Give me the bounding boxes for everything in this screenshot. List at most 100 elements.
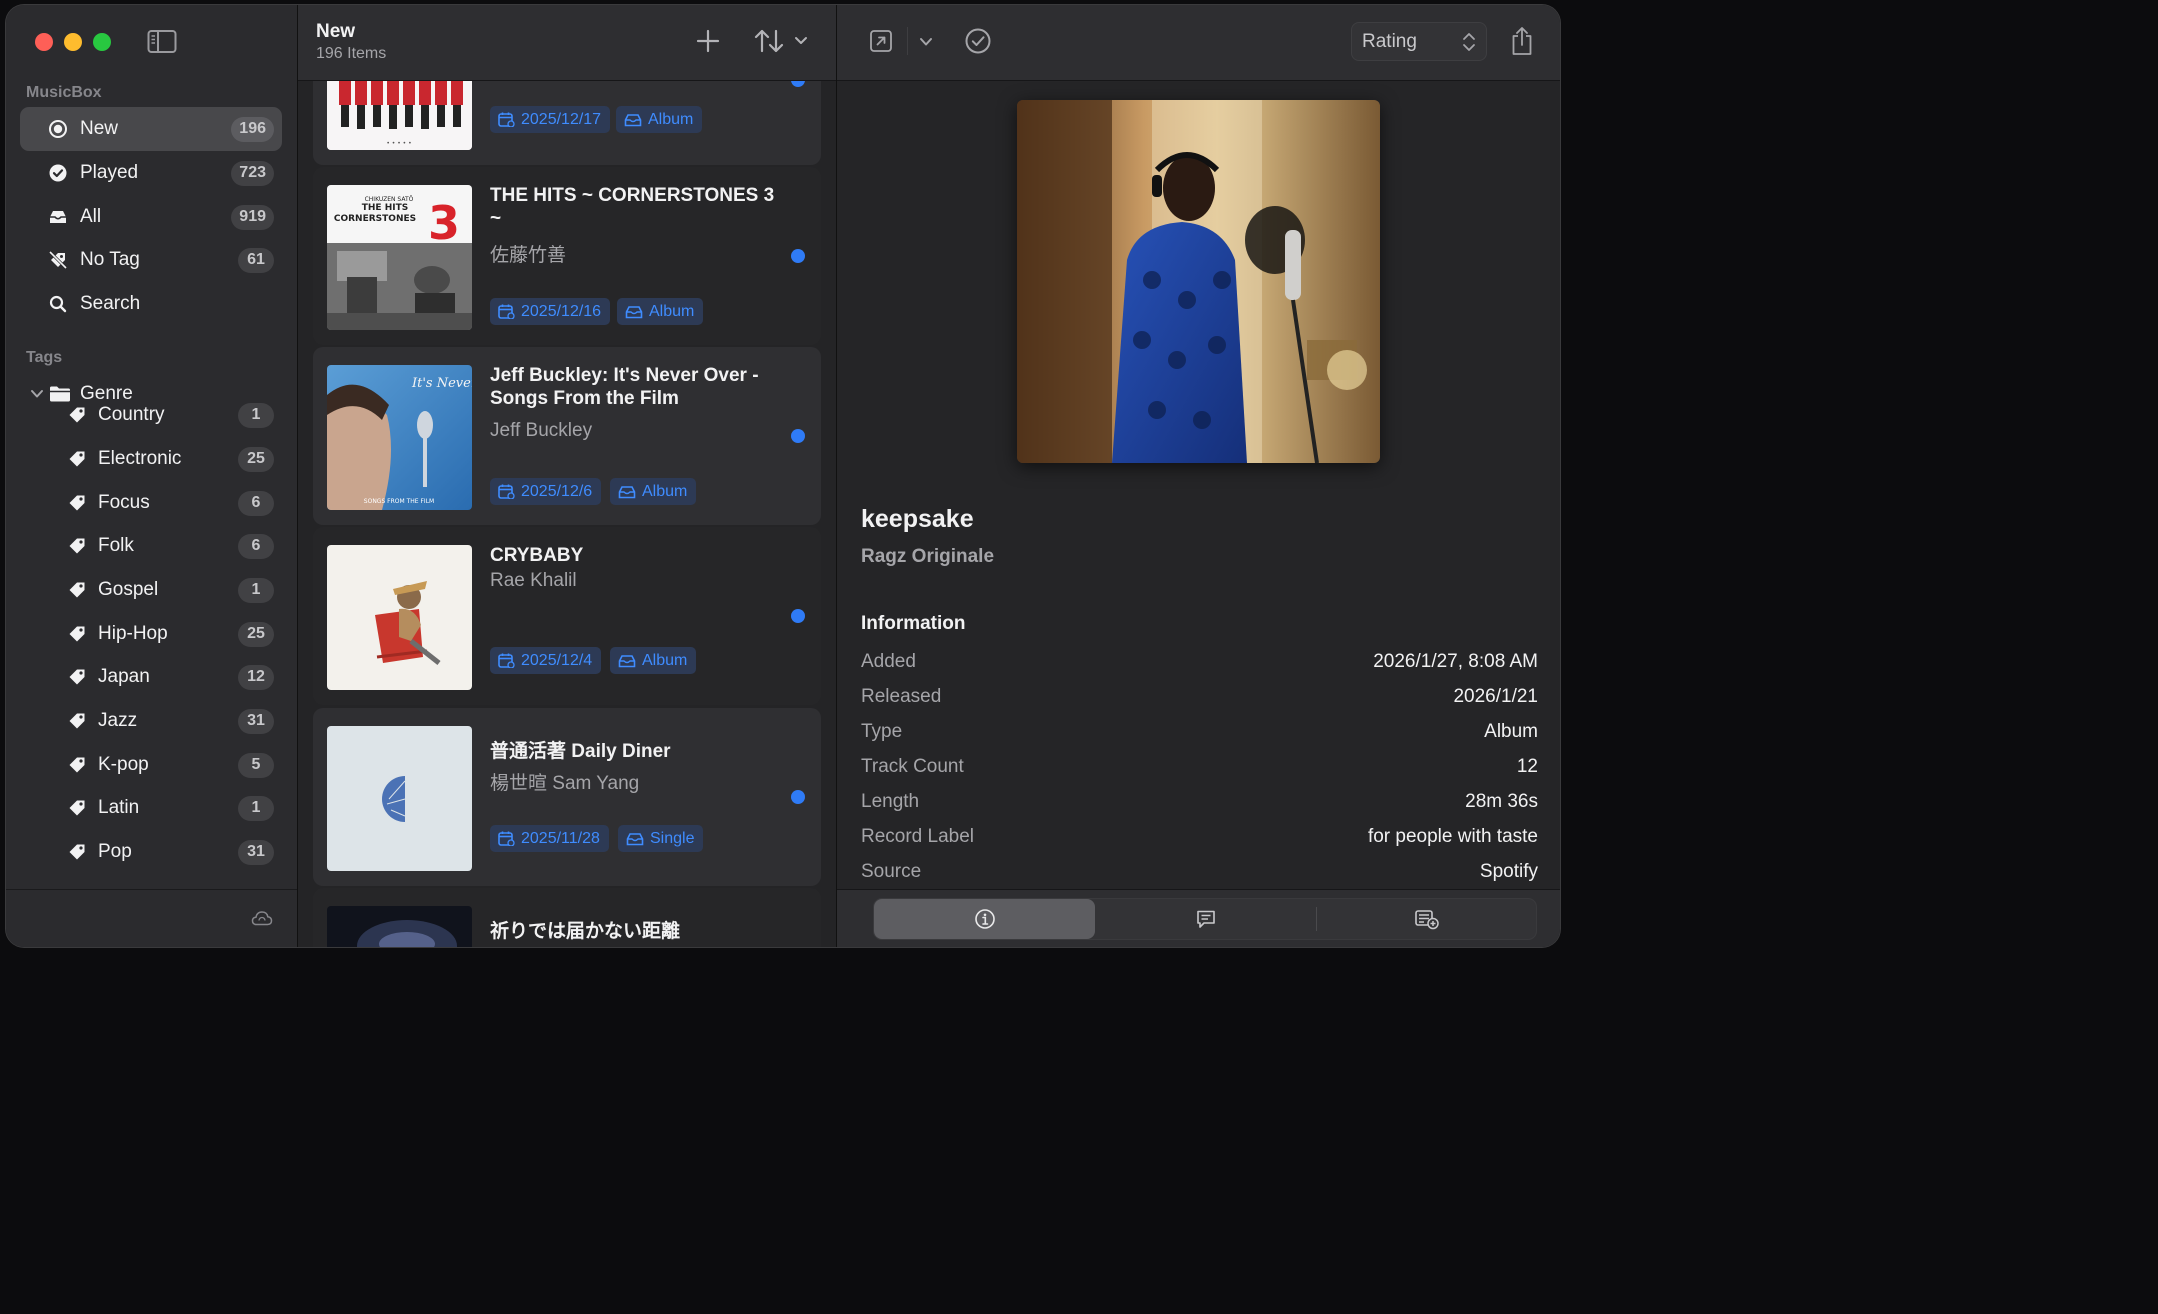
tab-info[interactable] (874, 899, 1095, 939)
share-icon[interactable] (1510, 25, 1534, 57)
sidebar-footer (6, 889, 297, 947)
release-type: Single (650, 829, 695, 847)
tab-notes[interactable] (1095, 899, 1316, 939)
count-badge: 723 (231, 160, 274, 186)
tag-icon (69, 495, 85, 511)
info-key: Source (861, 861, 922, 882)
sidebar-item-tag-japan[interactable]: Japan 12 (20, 655, 282, 699)
tray-icon (618, 654, 636, 667)
album-cover (327, 906, 472, 947)
tray-icon (626, 832, 644, 845)
info-value: 2026/1/21 (1453, 686, 1538, 707)
cover-text: CHIKUZEN SATŌ (365, 196, 414, 203)
album-artist: Rae Khalil (490, 570, 577, 591)
detail-artist: Ragz Originale (861, 546, 995, 567)
release-date-pill: 2025/11/28 (490, 825, 609, 852)
info-key: Added (861, 651, 916, 672)
sidebar-item-label: Gospel (98, 579, 159, 600)
sidebar-item-label: Jazz (98, 710, 138, 731)
section-header-musicbox: MusicBox (26, 84, 102, 101)
sidebar-toggle-icon[interactable] (147, 29, 177, 55)
info-key: Track Count (861, 756, 964, 777)
tag-icon (69, 713, 85, 729)
detail-panel: Rating keepsake Ragz Originale Informati… (837, 5, 1560, 947)
zoom-window-button[interactable] (93, 33, 111, 51)
detail-title: keepsake (861, 505, 974, 533)
sidebar-item-tag-pop[interactable]: Pop 31 (20, 830, 282, 874)
calendar-icon (498, 653, 515, 668)
release-date-pill: 2025/12/4 (490, 647, 602, 674)
sort-icon[interactable] (754, 27, 812, 55)
release-date: 2025/12/16 (521, 302, 602, 320)
sidebar-item-label: Hip-Hop (98, 623, 168, 644)
sidebar-item-played[interactable]: Played 723 (20, 151, 282, 195)
info-value: 28m 36s (1465, 791, 1538, 812)
sidebar-item-label: All (80, 206, 102, 227)
list-item[interactable]: It's Never Over SONGS FROM THE FILM Jeff… (313, 347, 821, 525)
count-badge: 1 (238, 795, 274, 821)
sidebar-item-tag-country[interactable]: Country 1 (20, 393, 282, 437)
mark-played-icon[interactable] (964, 27, 992, 55)
count-badge: 25 (238, 621, 274, 647)
unread-dot (791, 249, 805, 263)
sidebar-item-label: Focus (98, 492, 150, 513)
sidebar-item-tag-gospel[interactable]: Gospel 1 (20, 568, 282, 612)
sidebar-item-label: K-pop (98, 754, 149, 775)
count-badge: 61 (238, 247, 274, 273)
type-pill: Album (617, 298, 704, 325)
section-header-tags: Tags (26, 349, 63, 366)
minimize-window-button[interactable] (64, 33, 82, 51)
list-item[interactable]: 普通活著 Daily Diner 楊世暄 Sam Yang 2025/11/28… (313, 708, 821, 886)
sidebar-item-tag-folk[interactable]: Folk 6 (20, 524, 282, 568)
sidebar-item-search[interactable]: Search (20, 282, 282, 326)
sidebar-item-tag-jazz[interactable]: Jazz 31 (20, 699, 282, 743)
release-date-pill: 2025/12/6 (490, 478, 602, 505)
add-icon[interactable] (696, 29, 720, 53)
sidebar-item-label: Played (80, 162, 139, 183)
list-title: New (316, 21, 356, 42)
album-title: THE HITS ~ CORNERSTONES 3 ~ (490, 185, 775, 229)
tag-icon (69, 844, 85, 860)
sidebar-item-label: Search (80, 293, 141, 314)
close-window-button[interactable] (35, 33, 53, 51)
cover-text: SONGS FROM THE FILM (364, 498, 434, 505)
release-date: 2025/12/6 (521, 482, 593, 500)
open-external-icon[interactable] (869, 29, 893, 53)
info-icon (974, 909, 995, 929)
release-date: 2025/11/28 (521, 829, 600, 847)
sidebar-item-no-tag[interactable]: No Tag 61 (20, 238, 282, 282)
tag-slash-icon (48, 250, 68, 270)
cloud-sync-icon[interactable] (251, 910, 273, 926)
album-artwork (1017, 100, 1380, 463)
count-badge: 919 (231, 204, 274, 230)
release-type: Album (642, 482, 688, 500)
type-pill: Single (618, 825, 704, 852)
info-key: Record Label (861, 826, 975, 847)
chevron-down-icon[interactable] (919, 36, 933, 48)
info-value: 2026/1/27, 8:08 AM (1373, 651, 1538, 672)
count-badge: 31 (238, 839, 274, 865)
sidebar-item-tag-latin[interactable]: Latin 1 (20, 786, 282, 830)
album-cover: CHIKUZEN SATŌ THE HITS CORNERSTONES 3 (327, 185, 472, 330)
tray-icon (624, 113, 642, 126)
sidebar-item-all[interactable]: All 919 (20, 195, 282, 239)
sidebar-item-tag-focus[interactable]: Focus 6 (20, 481, 282, 525)
type-pill: Album (616, 106, 703, 133)
cover-text: CORNERSTONES (334, 214, 416, 224)
sidebar-item-tag-electronic[interactable]: Electronic 25 (20, 437, 282, 481)
calendar-icon (498, 304, 515, 319)
tab-tracklist[interactable] (1316, 899, 1537, 939)
sidebar-item-tag-hip-hop[interactable]: Hip-Hop 25 (20, 612, 282, 656)
sidebar-item-label: Country (98, 404, 165, 425)
list-item[interactable]: 祈りでは届かない距離 (313, 888, 821, 947)
rating-select[interactable]: Rating (1351, 22, 1487, 61)
message-icon (1196, 910, 1215, 928)
magnifying-glass-icon (49, 295, 67, 313)
list-add-icon (1414, 910, 1439, 930)
tag-icon (69, 451, 85, 467)
sidebar-item-tag-k-pop[interactable]: K-pop 5 (20, 743, 282, 787)
sidebar-item-new[interactable]: New 196 (20, 107, 282, 151)
list-item[interactable]: CRYBABY Rae Khalil 2025/12/4 Album (313, 527, 821, 705)
list-item[interactable]: CHIKUZEN SATŌ THE HITS CORNERSTONES 3 TH… (313, 167, 821, 345)
info-row-added: Added 2026/1/27, 8:08 AM (861, 651, 1538, 681)
